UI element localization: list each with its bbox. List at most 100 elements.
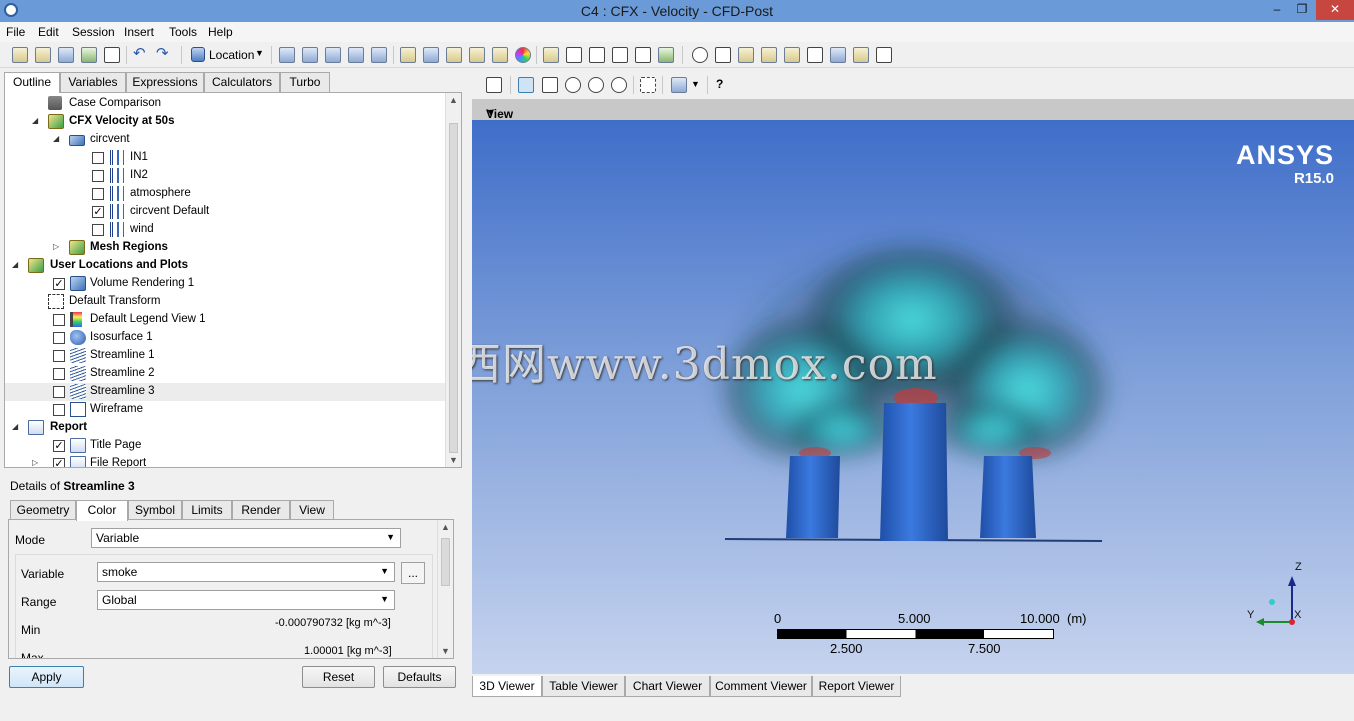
collapse-icon[interactable]: ◢ xyxy=(12,422,18,431)
menu-help[interactable]: Help xyxy=(208,25,233,39)
save-state-icon[interactable] xyxy=(58,47,74,63)
visibility-checkbox[interactable] xyxy=(53,314,65,326)
tree-item-user-locations[interactable]: ◢ User Locations and Plots xyxy=(5,257,445,275)
tree-item-mesh-regions[interactable]: ▷ Mesh Regions xyxy=(5,239,445,257)
comment-icon[interactable] xyxy=(635,47,651,63)
scroll-down-icon[interactable]: ▼ xyxy=(449,455,458,465)
location-dropdown[interactable]: Location ▼ xyxy=(189,46,267,65)
visibility-checkbox-checked[interactable]: ✓ xyxy=(92,206,104,218)
tree-item-volume-rendering[interactable]: ✓ Volume Rendering 1 xyxy=(5,275,445,293)
volume-rendering-tool-icon[interactable] xyxy=(371,47,387,63)
timestep-icon[interactable] xyxy=(692,47,708,63)
tab-chart-viewer[interactable]: Chart Viewer xyxy=(625,676,710,697)
visibility-checkbox-checked[interactable]: ✓ xyxy=(53,278,65,290)
viewport-header[interactable]: View 1 ▼ xyxy=(472,99,1354,135)
pan-icon[interactable] xyxy=(542,77,558,93)
tree-item-boundary[interactable]: IN1 xyxy=(5,149,445,167)
expand-icon[interactable]: ▷ xyxy=(53,242,59,251)
contour-icon[interactable] xyxy=(302,47,318,63)
tab-symbol[interactable]: Symbol xyxy=(128,500,182,520)
mesh-calculator-icon[interactable] xyxy=(830,47,846,63)
tree-item-case-comparison[interactable]: Case Comparison xyxy=(5,95,445,113)
particle-track-icon[interactable] xyxy=(348,47,364,63)
tree-item-streamline[interactable]: Streamline 2 xyxy=(5,365,445,383)
close-button[interactable]: ✕ xyxy=(1316,0,1354,20)
variable-browse-button[interactable]: ... xyxy=(401,562,425,584)
tab-variables[interactable]: Variables xyxy=(60,72,126,92)
tree-item-file-report[interactable]: ▷ ✓ File Report xyxy=(5,455,445,467)
visibility-checkbox[interactable] xyxy=(53,404,65,416)
menu-tools[interactable]: Tools xyxy=(169,25,197,39)
macro-calculator-icon[interactable] xyxy=(807,47,823,63)
scroll-up-icon[interactable]: ▲ xyxy=(441,522,450,532)
undo-icon[interactable]: ↶ xyxy=(133,44,149,62)
viewport-layout-icon[interactable] xyxy=(671,77,687,93)
color-map-icon[interactable] xyxy=(515,47,531,63)
menu-file[interactable]: File xyxy=(6,25,25,39)
3d-viewport[interactable]: ANSYS R15.0 西网www.3dmox.com 0 5.000 10.0… xyxy=(472,120,1354,674)
instance-transform-icon[interactable] xyxy=(469,47,485,63)
case-comparison-tool-icon[interactable] xyxy=(853,47,869,63)
clip-plane-icon[interactable] xyxy=(492,47,508,63)
tab-render[interactable]: Render xyxy=(232,500,290,520)
tab-3d-viewer[interactable]: 3D Viewer xyxy=(472,676,542,697)
legend-tool-icon[interactable] xyxy=(446,47,462,63)
chart-icon[interactable] xyxy=(612,47,628,63)
command-editor-icon[interactable] xyxy=(876,47,892,63)
tree-item-case[interactable]: ◢ CFX Velocity at 50s xyxy=(5,113,445,131)
scroll-thumb[interactable] xyxy=(449,123,458,453)
tab-calculators[interactable]: Calculators xyxy=(204,72,280,92)
refresh-icon[interactable] xyxy=(81,47,97,63)
visibility-checkbox[interactable] xyxy=(53,386,65,398)
chevron-down-icon[interactable]: ▼ xyxy=(691,79,700,89)
figure-icon[interactable] xyxy=(658,47,674,63)
load-results-icon[interactable] xyxy=(35,47,51,63)
tree-item-default-transform[interactable]: Default Transform xyxy=(5,293,445,311)
restore-button[interactable]: ❐ xyxy=(1290,0,1314,20)
streamline-tool-icon[interactable] xyxy=(325,47,341,63)
apply-button[interactable]: Apply xyxy=(9,666,84,688)
redo-icon[interactable]: ↷ xyxy=(156,44,172,62)
tree-item-title-page[interactable]: ✓ Title Page xyxy=(5,437,445,455)
minimize-button[interactable]: – xyxy=(1266,0,1288,20)
scroll-down-icon[interactable]: ▼ xyxy=(441,646,450,656)
range-select[interactable]: Global ▼ xyxy=(97,590,395,610)
details-scrollbar[interactable]: ▲ ▼ xyxy=(437,520,453,658)
tree-scrollbar[interactable]: ▲ ▼ xyxy=(445,93,461,467)
expand-icon[interactable]: ▷ xyxy=(32,458,38,467)
fit-view-icon[interactable] xyxy=(640,77,656,93)
tree-item-boundary[interactable]: wind xyxy=(5,221,445,239)
visibility-checkbox[interactable] xyxy=(92,170,104,182)
animation-icon[interactable] xyxy=(715,47,731,63)
tab-outline[interactable]: Outline xyxy=(4,72,60,93)
tree-item-boundary[interactable]: atmosphere xyxy=(5,185,445,203)
tab-geometry[interactable]: Geometry xyxy=(10,500,76,520)
help-pointer-icon[interactable]: ? xyxy=(716,77,732,93)
probe-icon[interactable] xyxy=(761,47,777,63)
menu-edit[interactable]: Edit xyxy=(38,25,59,39)
zoom-box-icon[interactable] xyxy=(588,77,604,93)
rotate-icon[interactable] xyxy=(518,77,534,93)
visibility-checkbox-checked[interactable]: ✓ xyxy=(53,440,65,452)
tab-report-viewer[interactable]: Report Viewer xyxy=(812,676,901,697)
zoom-fit-icon[interactable] xyxy=(611,77,627,93)
quick-editor-icon[interactable] xyxy=(738,47,754,63)
tab-turbo[interactable]: Turbo xyxy=(280,72,330,92)
tree-item-streamline[interactable]: Streamline 1 xyxy=(5,347,445,365)
tab-view[interactable]: View xyxy=(290,500,334,520)
zoom-icon[interactable] xyxy=(565,77,581,93)
menu-insert[interactable]: Insert xyxy=(124,25,154,39)
tree-item-isosurface[interactable]: Isosurface 1 xyxy=(5,329,445,347)
collapse-icon[interactable]: ◢ xyxy=(53,134,59,143)
menu-session[interactable]: Session xyxy=(72,25,115,39)
visibility-checkbox-checked[interactable]: ✓ xyxy=(53,458,65,467)
mode-select[interactable]: Variable ▼ xyxy=(91,528,401,548)
table-icon[interactable] xyxy=(589,47,605,63)
save-picture-icon[interactable] xyxy=(104,47,120,63)
tree-item-streamline-selected[interactable]: Streamline 3 xyxy=(5,383,445,401)
collapse-icon[interactable]: ◢ xyxy=(12,260,18,269)
visibility-checkbox[interactable] xyxy=(53,368,65,380)
visibility-checkbox[interactable] xyxy=(53,350,65,362)
vector-icon[interactable] xyxy=(279,47,295,63)
new-case-icon[interactable] xyxy=(12,47,28,63)
